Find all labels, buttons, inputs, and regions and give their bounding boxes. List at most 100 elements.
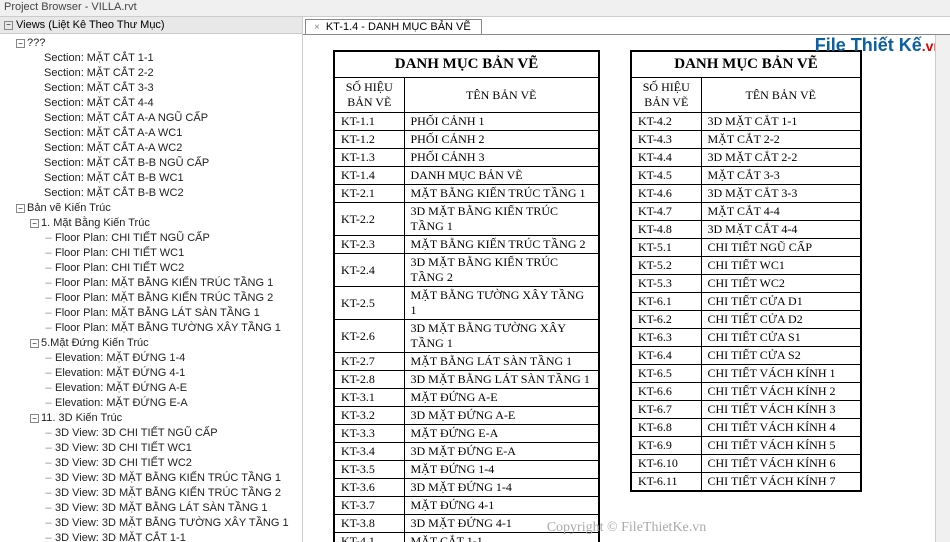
- tree-item[interactable]: –Floor Plan: CHI TIẾT WC1: [2, 246, 302, 261]
- tree-item[interactable]: –3D View: 3D CHI TIẾT WC1: [2, 441, 302, 456]
- scrollbar-icon[interactable]: [935, 35, 950, 542]
- col-name: TÊN BẢN VẼ: [701, 78, 861, 113]
- drawing-name: 3D MẶT BẰNG KIẾN TRÚC TẦNG 1: [404, 203, 599, 236]
- tree-item-label: Section: MẶT CẮT B-B WC2: [44, 186, 184, 201]
- leaf-dash-icon: –: [44, 351, 53, 366]
- table-row: KT-3.3MẶT ĐỨNG E-A: [334, 425, 599, 443]
- tree-container: −???Section: MẶT CẮT 1-1Section: MẶT CẮT…: [0, 34, 302, 542]
- watermark-logo: File Thiết Kế.vn: [815, 35, 942, 56]
- tree-item[interactable]: Section: MẶT CẮT B-B NGŨ CẤP: [2, 156, 302, 171]
- tree-item[interactable]: –Elevation: MẶT ĐỨNG A-E: [2, 381, 302, 396]
- drawing-canvas[interactable]: DANH MỤC BẢN VẼ SỐ HIỆU BẢN VẼ TÊN BẢN V…: [303, 35, 950, 542]
- tree-item-label: 1. Mặt Bằng Kiến Trúc: [41, 216, 150, 231]
- tree-item[interactable]: –Elevation: MẶT ĐỨNG 1-4: [2, 351, 302, 366]
- tree-item[interactable]: –Floor Plan: MẶT BẰNG KIẾN TRÚC TẦNG 1: [2, 276, 302, 291]
- tree-item[interactable]: –Floor Plan: MẶT BẰNG LÁT SÀN TẦNG 1: [2, 306, 302, 321]
- tree-item[interactable]: Section: MẶT CẮT 3-3: [2, 81, 302, 96]
- drawing-name: CHI TIẾT VÁCH KÍNH 4: [701, 419, 861, 437]
- tree-item-label: 5.Mặt Đứng Kiến Trúc: [41, 336, 149, 351]
- tree-item[interactable]: Section: MẶT CẮT A-A NGŨ CẤP: [2, 111, 302, 126]
- drawing-name: MẶT ĐỨNG E-A: [404, 425, 599, 443]
- expand-toggle-icon[interactable]: −: [16, 204, 25, 213]
- tree-item[interactable]: –3D View: 3D MẶT CẮT 1-1: [2, 531, 302, 542]
- tree-item-label: 3D View: 3D CHI TIẾT WC2: [55, 456, 192, 471]
- tree-item-label: Floor Plan: MẶT BẰNG KIẾN TRÚC TẦNG 2: [55, 291, 273, 306]
- table-row: KT-2.7MẶT BẰNG LÁT SÀN TẦNG 1: [334, 353, 599, 371]
- drawing-code: KT-6.10: [631, 455, 701, 473]
- tree-item[interactable]: −???: [2, 36, 302, 51]
- tree-item[interactable]: –Elevation: MẶT ĐỨNG E-A: [2, 396, 302, 411]
- tree-item[interactable]: Section: MẶT CẮT A-A WC1: [2, 126, 302, 141]
- drawing-name: CHI TIẾT CỬA D2: [701, 311, 861, 329]
- tree-item[interactable]: −Bản vẽ Kiến Trúc: [2, 201, 302, 216]
- drawing-code: KT-6.5: [631, 365, 701, 383]
- tree-item-label: Floor Plan: CHI TIẾT NGŨ CẤP: [55, 231, 210, 246]
- tree-item[interactable]: –Elevation: MẶT ĐỨNG 4-1: [2, 366, 302, 381]
- drawing-code: KT-6.9: [631, 437, 701, 455]
- drawing-code: KT-2.5: [334, 287, 404, 320]
- tab-active[interactable]: × KT-1.4 - DANH MỤC BẢN VẼ: [305, 19, 482, 34]
- drawing-code: KT-3.5: [334, 461, 404, 479]
- leaf-dash-icon: –: [44, 396, 53, 411]
- leaf-dash-icon: –: [44, 381, 53, 396]
- tree-item[interactable]: Section: MẶT CẮT 1-1: [2, 51, 302, 66]
- drawing-code: KT-2.2: [334, 203, 404, 236]
- drawing-code: KT-6.4: [631, 347, 701, 365]
- tree-item[interactable]: –3D View: 3D MẶT BẰNG KIẾN TRÚC TẦNG 1: [2, 471, 302, 486]
- tree-item[interactable]: −1. Mặt Bằng Kiến Trúc: [2, 216, 302, 231]
- tree-item[interactable]: −11. 3D Kiến Trúc: [2, 411, 302, 426]
- collapse-icon[interactable]: −: [4, 21, 13, 30]
- table-row: KT-2.43D MẶT BẰNG KIẾN TRÚC TẦNG 2: [334, 254, 599, 287]
- tree-item[interactable]: –Floor Plan: MẶT BẰNG KIẾN TRÚC TẦNG 2: [2, 291, 302, 306]
- leaf-dash-icon: –: [44, 231, 53, 246]
- watermark-text: Copyright © FileThietKe.vn: [547, 520, 707, 536]
- tree-item[interactable]: Section: MẶT CẮT A-A WC2: [2, 141, 302, 156]
- tree-item[interactable]: –3D View: 3D MẶT BẰNG KIẾN TRÚC TẦNG 2: [2, 486, 302, 501]
- drawing-code: KT-3.4: [334, 443, 404, 461]
- drawing-code: KT-2.4: [334, 254, 404, 287]
- col-code: SỐ HIỆU BẢN VẼ: [334, 78, 404, 113]
- table-row: KT-4.23D MẶT CẮT 1-1: [631, 113, 861, 131]
- tree-item[interactable]: –3D View: 3D CHI TIẾT WC2: [2, 456, 302, 471]
- drawing-code: KT-6.8: [631, 419, 701, 437]
- tree-item[interactable]: Section: MẶT CẮT 2-2: [2, 66, 302, 81]
- tree-item[interactable]: –Floor Plan: CHI TIẾT WC2: [2, 261, 302, 276]
- drawing-code: KT-4.4: [631, 149, 701, 167]
- tree-item[interactable]: Section: MẶT CẮT B-B WC1: [2, 171, 302, 186]
- expand-toggle-icon[interactable]: −: [30, 414, 39, 423]
- views-root[interactable]: − Views (Liệt Kê Theo Thư Mục): [0, 17, 302, 34]
- drawing-code: KT-2.7: [334, 353, 404, 371]
- drawing-code: KT-3.6: [334, 479, 404, 497]
- tree-item-label: Floor Plan: MẶT BẰNG KIẾN TRÚC TẦNG 1: [55, 276, 273, 291]
- drawing-code: KT-6.1: [631, 293, 701, 311]
- expand-toggle-icon[interactable]: −: [16, 39, 25, 48]
- drawing-name: MẶT ĐỨNG 4-1: [404, 497, 599, 515]
- table-row: KT-3.43D MẶT ĐỨNG E-A: [334, 443, 599, 461]
- tree-item[interactable]: –3D View: 3D CHI TIẾT NGŨ CẤP: [2, 426, 302, 441]
- expand-toggle-icon[interactable]: −: [30, 339, 39, 348]
- tree-item[interactable]: –Floor Plan: MẶT BẰNG TƯỜNG XÂY TẦNG 1: [2, 321, 302, 336]
- drawing-code: KT-2.3: [334, 236, 404, 254]
- table-row: KT-6.5CHI TIẾT VÁCH KÍNH 1: [631, 365, 861, 383]
- tree-item[interactable]: Section: MẶT CẮT B-B WC2: [2, 186, 302, 201]
- project-browser-title: Project Browser - VILLA.rvt: [0, 0, 950, 17]
- leaf-dash-icon: –: [44, 426, 53, 441]
- tree-item[interactable]: Section: MẶT CẮT 4-4: [2, 96, 302, 111]
- expand-toggle-icon[interactable]: −: [30, 219, 39, 228]
- table-row: KT-3.23D MẶT ĐỨNG A-E: [334, 407, 599, 425]
- table-row: KT-3.7MẶT ĐỨNG 4-1: [334, 497, 599, 515]
- drawing-name: MẶT BẰNG KIẾN TRÚC TẦNG 2: [404, 236, 599, 254]
- leaf-dash-icon: –: [44, 306, 53, 321]
- tree-item[interactable]: −5.Mặt Đứng Kiến Trúc: [2, 336, 302, 351]
- tree-item-label: 3D View: 3D MẶT BẰNG LÁT SÀN TẦNG 1: [55, 501, 268, 516]
- tree-item[interactable]: –3D View: 3D MẶT BẰNG TƯỜNG XÂY TẦNG 1: [2, 516, 302, 531]
- tree-item[interactable]: –Floor Plan: CHI TIẾT NGŨ CẤP: [2, 231, 302, 246]
- drawing-name: CHI TIẾT CỬA S2: [701, 347, 861, 365]
- drawing-code: KT-4.3: [631, 131, 701, 149]
- drawing-name: CHI TIẾT VÁCH KÍNH 7: [701, 473, 861, 492]
- drawing-name: MẶT CẮT 2-2: [701, 131, 861, 149]
- project-browser-sidebar[interactable]: − Views (Liệt Kê Theo Thư Mục) −???Secti…: [0, 17, 303, 542]
- close-icon[interactable]: ×: [314, 22, 320, 33]
- table-row: KT-2.5MẶT BẰNG TƯỜNG XÂY TẦNG 1: [334, 287, 599, 320]
- tree-item[interactable]: –3D View: 3D MẶT BẰNG LÁT SÀN TẦNG 1: [2, 501, 302, 516]
